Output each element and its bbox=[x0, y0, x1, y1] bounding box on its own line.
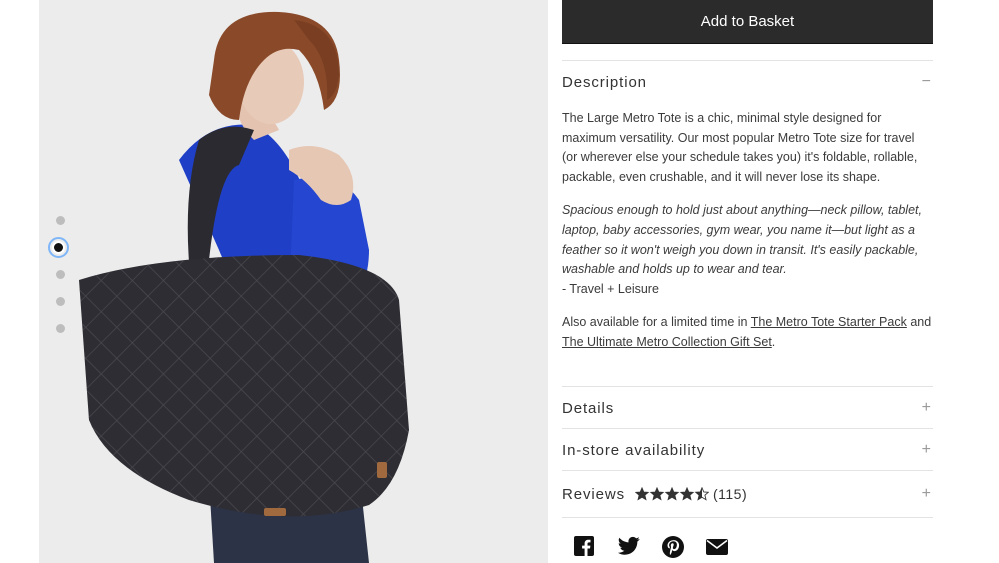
details-accordion-header[interactable]: Details + bbox=[562, 386, 933, 429]
carousel-dot-2[interactable] bbox=[48, 237, 69, 258]
add-to-basket-button[interactable]: Add to Basket bbox=[562, 0, 933, 44]
carousel-dot-5[interactable] bbox=[56, 324, 65, 333]
product-image[interactable] bbox=[39, 0, 548, 563]
description-body: The Large Metro Tote is a chic, minimal … bbox=[562, 109, 933, 367]
description-paragraph: The Large Metro Tote is a chic, minimal … bbox=[562, 111, 918, 184]
carousel-dot-1[interactable] bbox=[56, 216, 65, 225]
expand-icon[interactable]: + bbox=[922, 399, 931, 417]
also-available-text: Also available for a limited time in The… bbox=[562, 313, 933, 352]
press-quote-source: - Travel + Leisure bbox=[562, 281, 659, 296]
description-accordion-header[interactable]: Description − bbox=[562, 60, 933, 103]
press-quote: Spacious enough to hold just about anyth… bbox=[562, 203, 922, 277]
star-rating: (115) bbox=[634, 486, 748, 502]
pinterest-icon[interactable] bbox=[662, 536, 684, 558]
carousel-dot-3[interactable] bbox=[56, 270, 65, 279]
availability-accordion-header[interactable]: In-store availability + bbox=[562, 428, 933, 471]
also-available-suffix: . bbox=[771, 334, 776, 349]
facebook-icon[interactable] bbox=[574, 536, 596, 558]
availability-title: In-store availability bbox=[562, 441, 706, 459]
twitter-icon[interactable] bbox=[618, 536, 640, 558]
collapse-icon[interactable]: − bbox=[922, 73, 931, 91]
also-available-prefix: Also available for a limited time in bbox=[562, 315, 751, 330]
review-count: (115) bbox=[712, 486, 748, 502]
expand-icon[interactable]: + bbox=[922, 441, 931, 459]
email-icon[interactable] bbox=[706, 536, 728, 558]
description-title: Description bbox=[562, 73, 647, 91]
details-title: Details bbox=[562, 399, 615, 417]
expand-icon[interactable]: + bbox=[922, 485, 931, 503]
reviews-accordion-header[interactable]: Reviews (115) + bbox=[562, 470, 933, 518]
product-photo bbox=[39, 0, 548, 563]
carousel-dot-4[interactable] bbox=[56, 297, 65, 306]
also-available-middle: and bbox=[906, 315, 932, 330]
starter-pack-link[interactable]: The Metro Tote Starter Pack bbox=[751, 315, 907, 329]
share-icons bbox=[574, 536, 728, 558]
reviews-title: Reviews bbox=[562, 485, 625, 503]
gift-set-link[interactable]: The Ultimate Metro Collection Gift Set bbox=[562, 335, 772, 349]
stars-icon bbox=[634, 487, 709, 501]
reviews-summary: Reviews (115) bbox=[562, 486, 747, 503]
